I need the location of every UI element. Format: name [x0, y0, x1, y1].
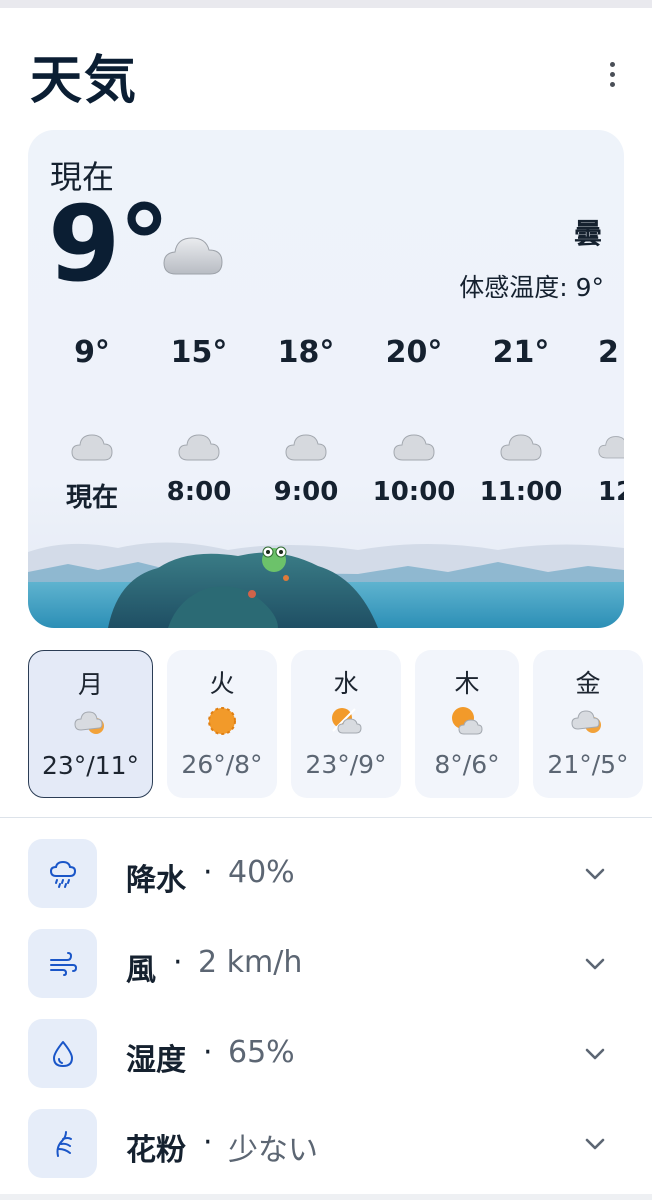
cloud-icon — [162, 230, 224, 280]
sun-icon — [208, 707, 236, 735]
cloud-icon — [178, 434, 220, 461]
day-temps: 26°/8° — [181, 750, 263, 779]
pollen-icon — [28, 1109, 97, 1178]
day-temps: 23°/11° — [41, 751, 140, 780]
more-dot — [609, 71, 615, 77]
more-dot — [609, 81, 615, 87]
sun-cloud-split-icon — [332, 708, 362, 734]
detail-row-precipitation[interactable]: 降水 · 40% — [28, 839, 624, 909]
daily-forecast[interactable]: 月 23°/11° 火 26°/8° 水 23°/9° 木 8°/6° 金 21… — [28, 650, 652, 800]
day-name: 水 — [333, 669, 359, 698]
hourly-forecast[interactable]: 9° 現在 15° 8:00 18° 9:00 20° 10:00 21° 11… — [38, 335, 624, 525]
hourly-item: 9° 現在 — [38, 335, 146, 514]
cloud-icon — [500, 434, 542, 461]
day-card[interactable]: 月 23°/11° — [28, 650, 153, 798]
detail-value: 40% — [228, 855, 295, 890]
more-options-button[interactable] — [596, 54, 628, 94]
separator-dot: · — [203, 855, 213, 890]
hourly-temp: 21° — [492, 335, 550, 370]
hourly-item: 15° 8:00 — [145, 335, 253, 507]
bottom-edge — [0, 1194, 652, 1200]
separator-dot: · — [173, 945, 183, 980]
day-card[interactable]: 火 26°/8° — [167, 650, 277, 798]
separator-dot: · — [203, 1035, 213, 1070]
cloud-sun-icon — [571, 710, 601, 733]
cloud-icon — [71, 434, 113, 461]
detail-value: 2 km/h — [198, 945, 303, 980]
day-temps: 23°/9° — [305, 750, 387, 779]
detail-label: 湿度 — [126, 1043, 186, 1078]
hourly-time: 11:00 — [479, 477, 563, 507]
hourly-temp: 2 — [598, 335, 619, 370]
detail-label: 降水 — [126, 863, 186, 898]
sun-behind-cloud-icon — [452, 707, 483, 735]
day-name: 木 — [454, 669, 480, 698]
detail-label: 風 — [126, 953, 156, 988]
chevron-down-icon — [585, 1138, 605, 1150]
page-title: 天気 — [30, 51, 139, 111]
hourly-time: 12 — [598, 477, 624, 507]
chevron-down-icon — [585, 868, 605, 880]
day-temps: 8°/6° — [434, 750, 500, 779]
hourly-item: 20° 10:00 — [360, 335, 468, 507]
detail-row-pollen[interactable]: 花粉 · 少ない — [28, 1109, 624, 1179]
feels-like-text: 体感温度: 9° — [459, 273, 604, 302]
chevron-down-icon — [585, 1048, 605, 1060]
hourly-time: 9:00 — [273, 477, 339, 507]
hourly-item: 21° 11:00 — [467, 335, 575, 507]
detail-value: 65% — [228, 1035, 295, 1070]
detail-label: 花粉 — [126, 1133, 186, 1168]
chevron-down-icon — [585, 958, 605, 970]
droplet-icon — [28, 1019, 97, 1088]
cloud-icon — [285, 434, 327, 461]
detail-row-humidity[interactable]: 湿度 · 65% — [28, 1019, 624, 1089]
day-name: 月 — [77, 670, 103, 699]
day-name: 金 — [575, 669, 601, 698]
detail-value: 少ない — [228, 1133, 318, 1168]
hourly-temp: 18° — [277, 335, 335, 370]
current-temperature: 9° — [48, 183, 170, 305]
scenery-illustration — [28, 542, 624, 628]
hourly-time: 8:00 — [166, 477, 232, 507]
hourly-temp: 20° — [385, 335, 443, 370]
hourly-temp: 15° — [170, 335, 228, 370]
divider — [0, 817, 652, 818]
status-bar-strip — [0, 0, 652, 8]
hourly-item: 2 12 — [574, 335, 624, 507]
day-card[interactable]: 木 8°/6° — [415, 650, 519, 798]
day-name: 火 — [209, 669, 235, 698]
detail-row-wind[interactable]: 風 · 2 km/h — [28, 929, 624, 999]
day-card[interactable]: 金 21°/5° — [533, 650, 643, 798]
current-weather-card[interactable]: 現在 9° 曇 体感温度: 9° 9° 現在 15° 8:00 18° 9:00… — [28, 130, 624, 628]
hourly-temp: 9° — [74, 335, 110, 370]
header: 天気 — [0, 8, 652, 128]
day-card[interactable]: 水 23°/9° — [291, 650, 401, 798]
cloud-icon — [598, 436, 624, 459]
cloud-sun-icon — [73, 711, 104, 734]
wind-icon — [28, 929, 97, 998]
hourly-item: 18° 9:00 — [252, 335, 360, 507]
day-temps: 21°/5° — [547, 750, 629, 779]
more-vertical-icon — [609, 61, 615, 67]
separator-dot: · — [203, 1125, 213, 1160]
cloud-icon — [393, 434, 435, 461]
condition-text: 曇 — [573, 217, 602, 250]
hourly-time: 10:00 — [372, 477, 456, 507]
rain-icon — [28, 839, 97, 908]
hourly-time: 現在 — [65, 483, 118, 513]
